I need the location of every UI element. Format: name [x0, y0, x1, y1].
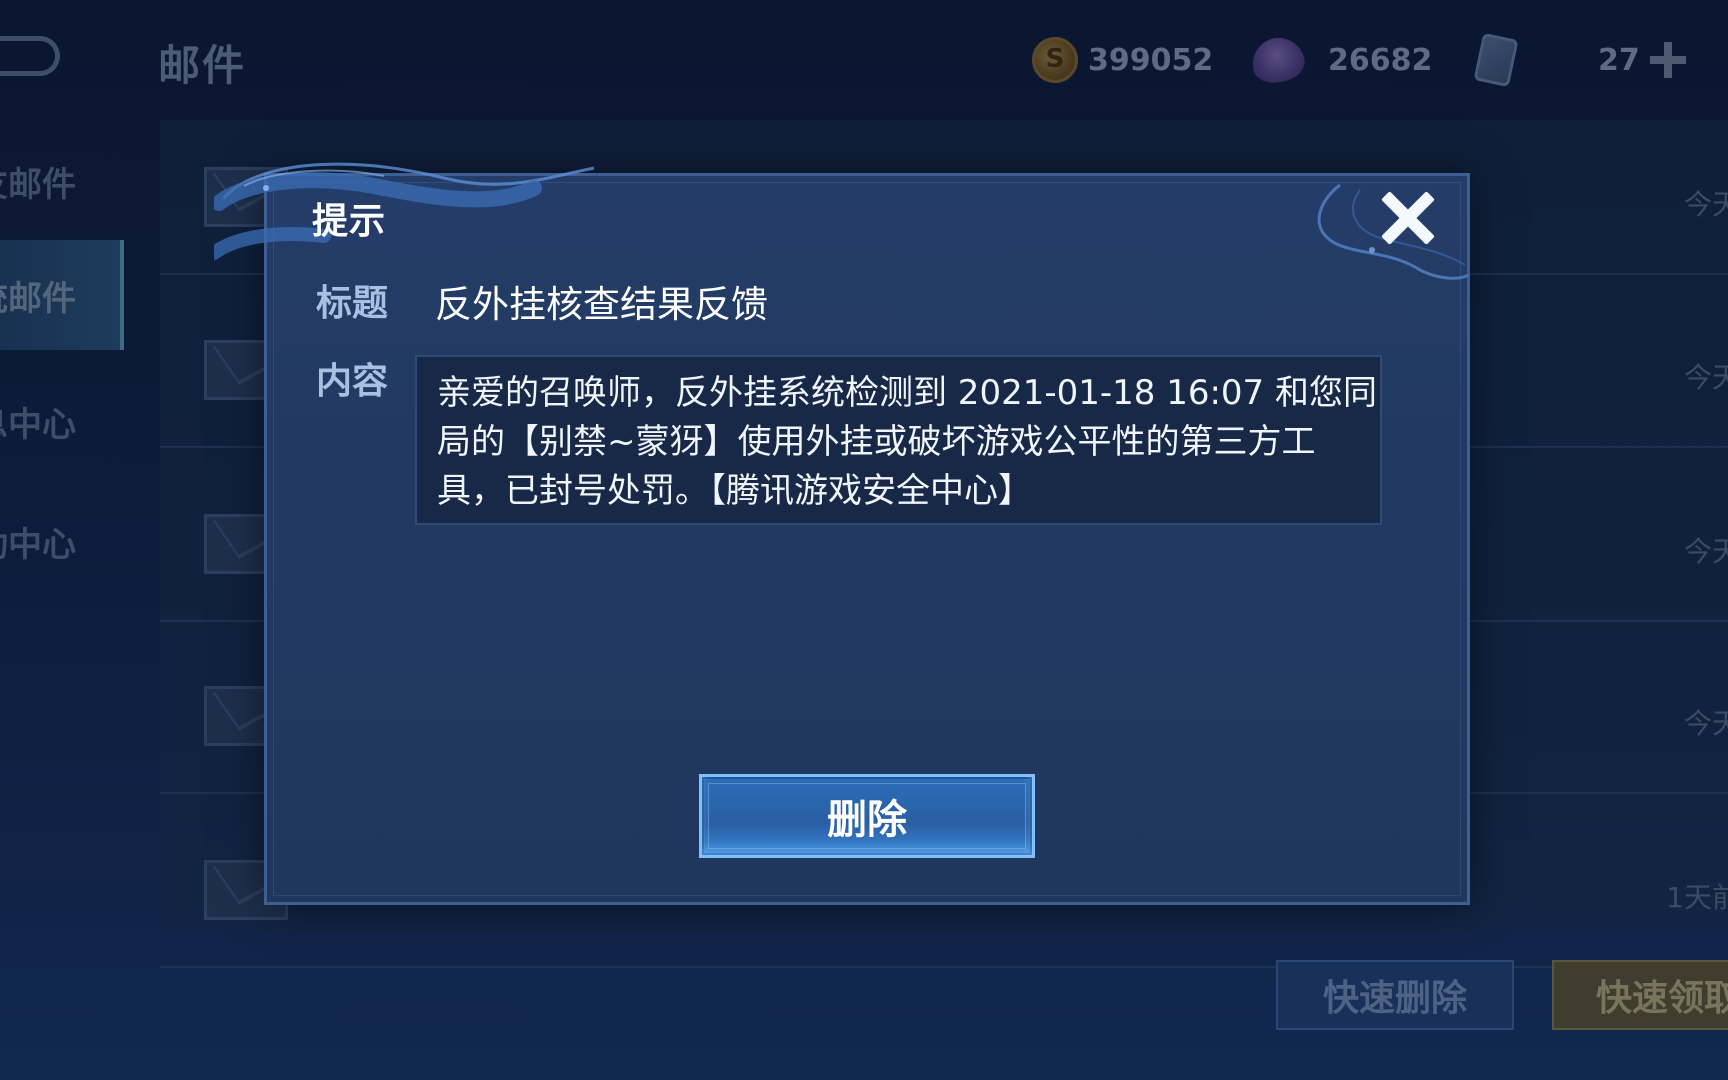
- sidebar-item-system-mail[interactable]: 统邮件: [0, 240, 124, 350]
- mail-content: 亲爱的召唤师，反外挂系统检测到 2021-01-18 16:07 和您同局的【别…: [437, 373, 1377, 511]
- content-label: 内容: [316, 361, 389, 402]
- mail-subject: 反外挂核查结果反馈: [435, 283, 768, 326]
- page-title: 邮件: [158, 41, 247, 90]
- mail-time: 今天: [1683, 535, 1728, 568]
- close-icon[interactable]: [1380, 190, 1436, 246]
- coin-balance: 399052: [1032, 36, 1213, 84]
- plus-icon[interactable]: [1648, 40, 1688, 80]
- swirl-decoration-icon: [214, 162, 595, 260]
- sidebar-item-friend-mail[interactable]: 友邮件: [0, 126, 120, 236]
- sidebar-item-label: 友邮件: [0, 164, 76, 205]
- card-balance: 27: [1473, 32, 1640, 88]
- sidebar-item-message-center[interactable]: 息中心: [0, 366, 120, 476]
- sidebar-item-label: 统邮件: [0, 278, 76, 319]
- card-value: 27: [1598, 42, 1640, 78]
- sidebar-item-label: 动中心: [0, 524, 76, 565]
- delete-button[interactable]: 删除: [699, 774, 1035, 858]
- gem-icon: [1247, 33, 1309, 87]
- card-icon: [1473, 32, 1519, 88]
- gem-balance: 26682: [1247, 33, 1433, 87]
- sidebar-item-event-center[interactable]: 动中心: [0, 486, 120, 596]
- coin-icon: [1032, 37, 1078, 83]
- mail-content-box: 亲爱的召唤师，反外挂系统检测到 2021-01-18 16:07 和您同局的【别…: [415, 355, 1382, 525]
- mail-time: 1天前: [1666, 881, 1728, 914]
- sidebar-item-label: 息中心: [0, 404, 76, 445]
- quick-claim-button[interactable]: 快速领取: [1552, 960, 1728, 1030]
- dialog-title: 提示: [312, 201, 387, 242]
- mail-time: 今天: [1683, 707, 1728, 740]
- subject-label: 标题: [316, 283, 389, 324]
- mail-time: 今天: [1683, 188, 1728, 221]
- delete-button-label: 删除: [827, 797, 907, 843]
- coin-value: 399052: [1088, 42, 1214, 78]
- back-button[interactable]: [0, 36, 60, 76]
- mail-time: 今天: [1683, 361, 1728, 394]
- gem-value: 26682: [1328, 42, 1433, 78]
- quick-delete-button[interactable]: 快速删除: [1276, 960, 1514, 1030]
